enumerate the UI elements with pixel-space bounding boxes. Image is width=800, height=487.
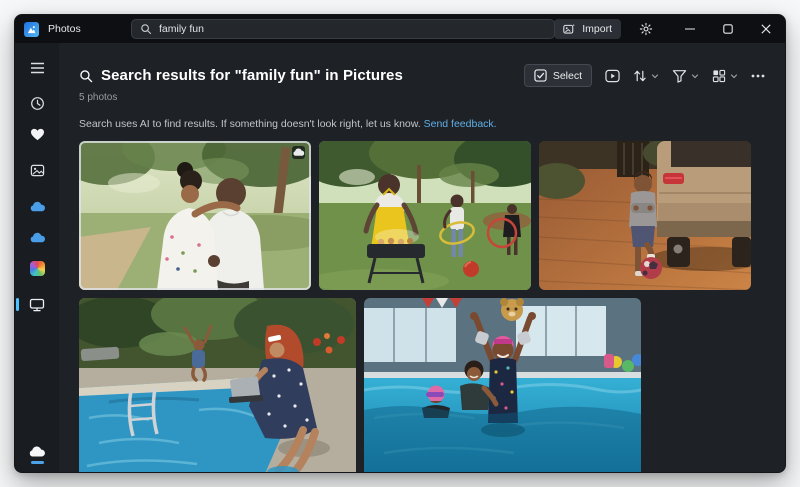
- main-content: Search results for "family fun" in Pictu…: [59, 43, 785, 473]
- import-button[interactable]: Import: [554, 19, 621, 39]
- send-feedback-link[interactable]: Send feedback.: [424, 118, 497, 130]
- sort-button[interactable]: [633, 69, 659, 83]
- import-label: Import: [582, 23, 612, 35]
- sidebar-item-memories[interactable]: [20, 89, 54, 118]
- settings-gear-icon[interactable]: [633, 15, 659, 43]
- photo-grid: [79, 141, 765, 473]
- photo-thumbnail-3[interactable]: [539, 141, 751, 290]
- grid-view-button[interactable]: [712, 69, 738, 83]
- photos-app-logo-icon: [24, 22, 39, 37]
- photo-3-art: [539, 141, 751, 290]
- search-value: family fun: [159, 23, 204, 35]
- more-options-button[interactable]: [751, 74, 765, 78]
- photo-4-art: [79, 298, 356, 473]
- cloud-icon: [29, 232, 46, 244]
- cloud-icon: [29, 201, 46, 213]
- close-button[interactable]: [747, 15, 785, 43]
- sort-icon: [633, 69, 647, 83]
- photo-badge-icon: [292, 146, 305, 159]
- photo-count: 5 photos: [79, 92, 765, 103]
- ai-notice-text: Search uses AI to find results. If somet…: [79, 118, 421, 130]
- minimize-button[interactable]: [671, 15, 709, 43]
- ai-notice: Search uses AI to find results. If somet…: [79, 118, 765, 130]
- sidebar-item-favorites[interactable]: [20, 120, 54, 149]
- maximize-button[interactable]: [709, 15, 747, 43]
- photo-1-art: [79, 141, 311, 290]
- chevron-down-icon: [691, 72, 699, 80]
- search-input[interactable]: family fun: [131, 19, 555, 39]
- ellipsis-icon: [751, 74, 765, 78]
- sidebar-sync-status[interactable]: [28, 446, 46, 464]
- photo-folder-icon: [30, 163, 45, 178]
- photo-5-art: [364, 298, 641, 473]
- titlebar-controls: Import: [554, 15, 785, 43]
- slideshow-button[interactable]: [605, 69, 620, 83]
- select-button[interactable]: Select: [524, 64, 592, 87]
- photo-thumbnail-2[interactable]: [319, 141, 531, 290]
- slideshow-icon: [605, 69, 620, 83]
- garden: [79, 298, 356, 368]
- chevron-down-icon: [651, 72, 659, 80]
- sidebar-item-icloud-photos[interactable]: [20, 254, 54, 283]
- app-title: Photos: [48, 23, 81, 35]
- heart-icon: [30, 128, 45, 141]
- cloud-sync-icon: [28, 446, 46, 458]
- photos-app-window: Photos family fun Import: [14, 14, 786, 473]
- page-title: Search results for "family fun" in Pictu…: [101, 67, 403, 84]
- memories-icon: [30, 96, 45, 111]
- checkbox-icon: [534, 69, 547, 82]
- menu-icon[interactable]: [20, 53, 54, 82]
- filter-button[interactable]: [672, 69, 699, 83]
- toolbar: Select: [524, 64, 765, 87]
- sync-progress-bar: [31, 461, 44, 464]
- chevron-down-icon: [730, 72, 738, 80]
- photo-2-art: [319, 141, 531, 290]
- search-icon: [140, 23, 152, 35]
- bunting: [422, 298, 462, 308]
- search-results-icon: [79, 69, 93, 83]
- logo-glyph: [27, 25, 36, 34]
- red-ball: [463, 261, 479, 277]
- sidebar-item-onedrive[interactable]: [20, 192, 54, 221]
- select-label: Select: [553, 70, 582, 82]
- sidebar-item-this-pc[interactable]: [20, 290, 54, 319]
- titlebar: Photos family fun Import: [15, 15, 785, 43]
- photo-thumbnail-4[interactable]: [79, 298, 356, 473]
- photo-thumbnail-5[interactable]: [364, 298, 641, 473]
- filter-icon: [672, 69, 687, 83]
- icloud-photos-icon: [30, 261, 45, 276]
- sidebar-item-folders[interactable]: [20, 156, 54, 185]
- photo-thumbnail-1[interactable]: [79, 141, 311, 290]
- app-body: Search results for "family fun" in Pictu…: [15, 43, 785, 473]
- grid-view-icon: [712, 69, 726, 83]
- import-icon: [563, 23, 576, 35]
- this-pc-icon: [29, 298, 45, 312]
- sidebar: [15, 43, 59, 473]
- gear-glyph: [639, 22, 653, 36]
- water-overlay: [364, 406, 641, 473]
- sidebar-item-onedrive-photos[interactable]: [20, 223, 54, 252]
